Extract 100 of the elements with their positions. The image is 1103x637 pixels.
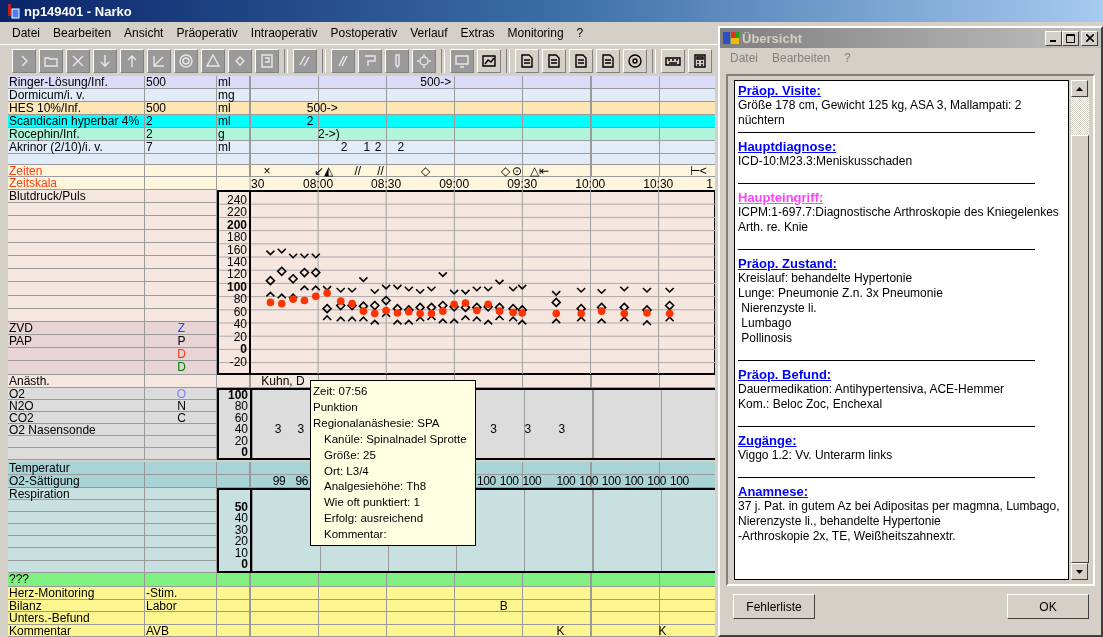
code-letter: C [177,411,186,425]
section-text: Lunge: Pneumonie Z.n. 3x Pneumonie [738,286,944,301]
menu-item[interactable]: Monitoring [507,26,564,40]
dialog-button[interactable]: OK [1007,594,1089,619]
medication-name: Dormicum/i. v. [8,89,85,102]
staff-name: Kuhn, D [261,375,305,388]
marker-letter: K [658,624,667,637]
tooltip-line: Größe: 25 [323,447,377,463]
axis-tick-label: 0 [240,342,247,357]
saturation-value: 100 [499,475,519,488]
medication-unit: ml [217,141,232,154]
dose-entry: 2->) [318,128,340,141]
medication-name: Scandicain hyperbar 4% [8,115,141,128]
menu-item[interactable]: Präoperativ [176,26,238,40]
scale-label: 40 [233,424,249,436]
saturation-value: 100 [624,475,644,488]
event-symbol: // [377,165,384,177]
tooltip-line: Kommentar: [323,527,388,543]
section-heading[interactable]: Hauptdiagnose: [738,139,1065,154]
menu-item[interactable]: Extras [460,26,495,40]
menu-item[interactable]: Bearbeiten [53,26,112,40]
code-letter: Z [177,320,186,335]
gas-value: 3 [490,424,498,436]
section-heading[interactable]: Präop. Visite: [738,83,1065,98]
row-label: Zeiten [8,165,44,177]
section-text: -Arthroskopie 2x, TE, Weißheitszahnextr. [738,529,957,544]
medication-amount: 500 [146,101,167,115]
tooltip-line: Kanüle: Spinalnadel Sprotte [323,431,468,447]
axis-tick-label: 10:00 [575,177,606,191]
dose-entry: 2 [340,141,348,154]
tooltip-line: Analgesiehöhe: Th8 [323,479,428,495]
row-label: ??? [8,573,31,586]
section-text: Größe 178 cm, Gewicht 125 kg, ASA 3, Mallampati: 2 [738,98,1023,113]
axis-tick-label: 240 [226,192,247,207]
section-text: Pollinosis [740,331,794,346]
dose-entry: 500-> [306,102,338,115]
row-label: O2 Nasensonde [9,423,96,437]
section-heading[interactable]: Zugänge: [738,433,1065,448]
section-text: Kreislauf: behandelte Hypertonie [738,271,914,286]
event-symbol: ⊢< [689,165,707,177]
code-letter: D [177,347,186,362]
axis-tick-label: 60 [233,304,247,319]
medication-unit: ml [217,76,232,89]
menu-item[interactable]: Postoperativ [330,26,398,40]
event-symbol: △⇤ [529,165,549,177]
row-label: Bilanz [8,599,42,612]
tooltip-line: Erfolg: ausreichend [323,511,425,527]
window-title: np149401 - Narko [24,3,132,19]
saturation-value: 100 [669,475,689,488]
medication-unit: g [217,128,226,141]
section-text: nüchtern [738,113,786,128]
section-heading[interactable]: Anamnese: [738,484,1065,499]
section-text: Nierenzyste li. [740,301,818,316]
menu-item[interactable]: Intraoperativ [250,26,318,40]
row-label: Respiration [8,488,70,500]
axis-tick-label: 80 [233,292,247,307]
medication-amount: 2 [146,114,153,128]
menu-item[interactable]: Datei [12,26,40,40]
saturation-value: 100 [647,475,667,488]
dose-entry: 500-> [420,76,452,89]
menu-item[interactable]: Ansicht [124,26,164,40]
saturation-value: 100 [556,475,576,488]
event-symbol: ⊙ [511,165,522,177]
medication-amount: 7 [146,140,153,154]
row-value: -Stim. [146,586,178,600]
axis-tick-label: 20 [233,329,247,344]
menu-item[interactable]: Verlauf [410,26,448,40]
axis-tick-label: 09:30 [507,177,538,191]
dialog-button[interactable]: Fehlerliste [733,594,815,619]
axis-tick-label: 08:00 [303,177,334,191]
row-value: AVB [146,623,170,637]
code-letter: P [177,334,186,349]
row-label: Unters.-Befund [8,612,91,625]
event-symbol: × [263,165,271,177]
row-label: Anästh. [8,375,51,388]
gas-value: 3 [524,424,532,436]
axis-tick-label: 08:30 [371,177,402,191]
code-letter: N [177,399,186,413]
scale-label: 0 [241,446,249,459]
scale-label: 80 [233,401,249,413]
tooltip-line: Zeit: 07:56 [313,384,369,399]
section-heading[interactable]: Präop. Zustand: [738,256,1065,271]
medication-name: HES 10%/Inf. [8,102,83,115]
section-heading[interactable]: Präop. Befund: [738,367,1065,382]
saturation-value: 96 [295,475,308,488]
medication-name: Akrinor (2/10)/i. v. [8,141,104,154]
scale-label: 60 [233,412,249,425]
scale-label: 10 [233,547,249,560]
saturation-value: 100 [522,475,542,488]
dose-entry: 2 [397,141,405,154]
scale-label: 0 [240,559,249,572]
menu-item[interactable]: ? [576,26,584,40]
section-text: Lumbago [740,316,793,331]
scale-label: 40 [233,513,249,525]
axis-tick-label: -20 [229,354,247,369]
dose-entry: 2 [374,141,382,154]
axis-tick-label: 09:00 [439,177,470,191]
axis-tick-label: 220 [226,205,247,220]
saturation-value: 100 [579,475,598,488]
scale-label: 20 [233,435,249,447]
